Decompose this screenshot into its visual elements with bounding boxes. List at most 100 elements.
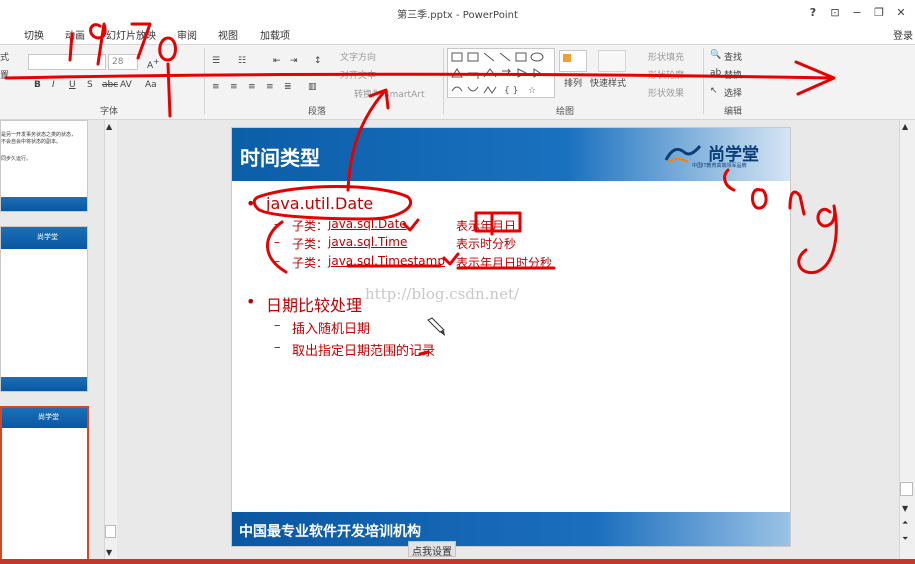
justify-icon[interactable]: ≡ xyxy=(266,82,274,92)
prev-slide-icon[interactable]: ⏶ xyxy=(902,518,908,528)
italic-icon[interactable]: I xyxy=(52,80,55,90)
sub-bullet-class-name[interactable]: java.sql.Time xyxy=(328,235,407,249)
slide-footer-text: 中国最专业软件开发培训机构 xyxy=(239,524,421,540)
bullet-dot: • xyxy=(246,292,256,311)
slide-thumbnail[interactable]: 是另一开发事务状态之类的状态， 不会自会中将状态的副本。 同步久运行。 xyxy=(0,120,88,212)
increase-indent-icon[interactable]: ⇥ xyxy=(290,56,298,66)
quick-styles-button[interactable]: 快速样式 xyxy=(590,76,626,89)
slide-thumbnail[interactable]: 尚学堂 xyxy=(0,226,88,392)
convert-smartart-button[interactable]: 转换为 SmartArt xyxy=(354,87,424,100)
numbering-icon[interactable]: ☷ xyxy=(238,56,246,66)
select-button[interactable]: 选择 xyxy=(724,86,742,99)
svg-text:☆: ☆ xyxy=(528,86,536,96)
font-name-input[interactable] xyxy=(28,54,106,70)
sub-bullet-dash: – xyxy=(274,340,281,355)
line-spacing-icon[interactable]: ↕ xyxy=(314,56,322,66)
sub-bullet-dash: – xyxy=(274,235,280,249)
grow-font-icon[interactable]: A+ xyxy=(147,57,159,71)
restore-icon[interactable]: ❐ xyxy=(870,6,888,19)
find-icon[interactable]: 🔍 xyxy=(710,50,721,60)
tab-animations[interactable]: 动画 xyxy=(65,27,85,42)
editing-group-label: 编辑 xyxy=(724,107,743,117)
bullet-java-util-date[interactable]: java.util.Date xyxy=(266,194,373,213)
quick-styles-icon[interactable] xyxy=(598,50,626,72)
help-icon[interactable]: ? xyxy=(804,6,822,19)
ribbon-display-icon[interactable]: ⊡ xyxy=(826,6,844,19)
tab-addins[interactable]: 加载项 xyxy=(260,27,290,42)
login-link[interactable]: 登录 xyxy=(893,27,913,42)
slide-title[interactable]: 时间类型 xyxy=(240,142,320,171)
logo-subtitle: 中国IT教育高端领军品牌 xyxy=(692,163,747,169)
arrange-button[interactable]: 排列 xyxy=(564,76,582,89)
font-group-label: 字体 xyxy=(100,107,119,117)
sub-bullet-prefix: 子类： xyxy=(292,256,329,270)
sub-bullet-description: 表示年月日时分秒 xyxy=(456,256,553,270)
tab-slideshow[interactable]: 幻灯片放映 xyxy=(106,27,156,42)
select-icon[interactable]: ↖ xyxy=(710,86,718,96)
sub-bullet-insert-random-date[interactable]: 插入随机日期 xyxy=(292,318,370,337)
scroll-down-icon[interactable]: ▼ xyxy=(106,548,112,557)
shadow-icon[interactable]: S xyxy=(87,80,93,90)
scroll-up-icon[interactable]: ▲ xyxy=(106,122,112,131)
close-icon[interactable]: ✕ xyxy=(892,6,910,19)
columns-icon[interactable]: ▥ xyxy=(308,82,317,92)
sub-bullet-prefix: 子类： xyxy=(292,237,329,251)
align-right-icon[interactable]: ≡ xyxy=(248,82,256,92)
thumb-logo: 尚学堂 xyxy=(37,233,58,241)
shapes-gallery[interactable]: { } ☆ xyxy=(447,48,555,98)
drawing-group-label: 绘图 xyxy=(556,107,575,117)
slide-canvas[interactable]: 时间类型 尚学堂 中国IT教育高端领军品牌 • java.util.Date –… xyxy=(231,127,791,547)
group-separator xyxy=(204,48,205,114)
align-left-icon[interactable]: ≡ xyxy=(212,82,220,92)
scroll-up-icon[interactable]: ▲ xyxy=(902,122,908,131)
scrollbar-thumb[interactable] xyxy=(900,482,913,496)
minimize-icon[interactable]: − xyxy=(848,6,866,19)
bold-icon[interactable]: B xyxy=(34,80,41,90)
thumb-footer-band xyxy=(1,197,87,211)
replace-button[interactable]: 替换 xyxy=(724,68,742,81)
layout-cut-label[interactable]: 式 xyxy=(0,50,9,63)
text-direction-button[interactable]: 文字方向 xyxy=(340,50,376,63)
group-separator xyxy=(703,48,704,114)
reset-cut-label[interactable]: 置 xyxy=(0,68,9,81)
scrollbar-thumb[interactable] xyxy=(105,525,116,538)
sub-bullet-description: 表示年月日 xyxy=(456,219,517,233)
underline-icon[interactable]: U xyxy=(69,80,76,90)
strikethrough-icon[interactable]: abc xyxy=(102,80,118,90)
notes-button[interactable]: 点我设置 xyxy=(408,541,456,558)
thumb-text-1: 是另一开发事务状态之类的状态， xyxy=(1,132,77,138)
decrease-indent-icon[interactable]: ⇤ xyxy=(273,56,281,66)
sub-bullet-class-name[interactable]: java.sql.Timestamp xyxy=(328,254,445,268)
sub-bullet-dash: – xyxy=(274,254,280,268)
next-slide-icon[interactable]: ⏷ xyxy=(902,534,908,544)
sub-bullet-class-name[interactable]: java.sql.Date xyxy=(328,217,407,231)
bullets-icon[interactable]: ☰ xyxy=(212,56,220,66)
sub-bullet-description: 表示时分秒 xyxy=(456,237,517,251)
thumb-footer-band xyxy=(1,377,87,391)
align-text-button[interactable]: 对齐文本 xyxy=(340,68,376,81)
distributed-icon[interactable]: ≣ xyxy=(284,82,292,92)
thumbnail-scrollbar[interactable] xyxy=(104,120,117,559)
arrange-icon[interactable] xyxy=(559,50,587,72)
status-bar xyxy=(0,559,915,564)
shape-fill-button[interactable]: 形状填充 xyxy=(648,50,684,63)
tab-transitions[interactable]: 切换 xyxy=(24,27,44,42)
font-size-input[interactable]: 28 xyxy=(108,54,138,70)
sub-bullet-dash: – xyxy=(274,318,281,333)
char-spacing-icon[interactable]: AV xyxy=(120,80,132,90)
bullet-date-comparison[interactable]: 日期比较处理 xyxy=(266,292,362,316)
shape-effects-button[interactable]: 形状效果 xyxy=(648,86,684,99)
sub-bullet-date-range-records[interactable]: 取出指定日期范围的记录 xyxy=(292,340,435,359)
thumb-logo: 尚学堂 xyxy=(38,413,59,421)
shapes-gallery-icons: { } ☆ xyxy=(451,52,544,96)
brand-logo: 尚学堂 中国IT教育高端领军品牌 xyxy=(664,138,786,174)
align-center-icon[interactable]: ≡ xyxy=(230,82,238,92)
find-button[interactable]: 查找 xyxy=(724,50,742,63)
tab-review[interactable]: 审阅 xyxy=(177,27,197,42)
shape-outline-button[interactable]: 形状轮廓 xyxy=(648,68,684,81)
slide-thumbnail-selected[interactable]: 尚学堂 xyxy=(0,406,89,564)
tab-view[interactable]: 视图 xyxy=(218,27,238,42)
replace-icon[interactable]: ab xyxy=(710,68,721,78)
change-case-icon[interactable]: Aa xyxy=(145,80,157,90)
scroll-down-icon[interactable]: ▼ xyxy=(902,504,908,513)
